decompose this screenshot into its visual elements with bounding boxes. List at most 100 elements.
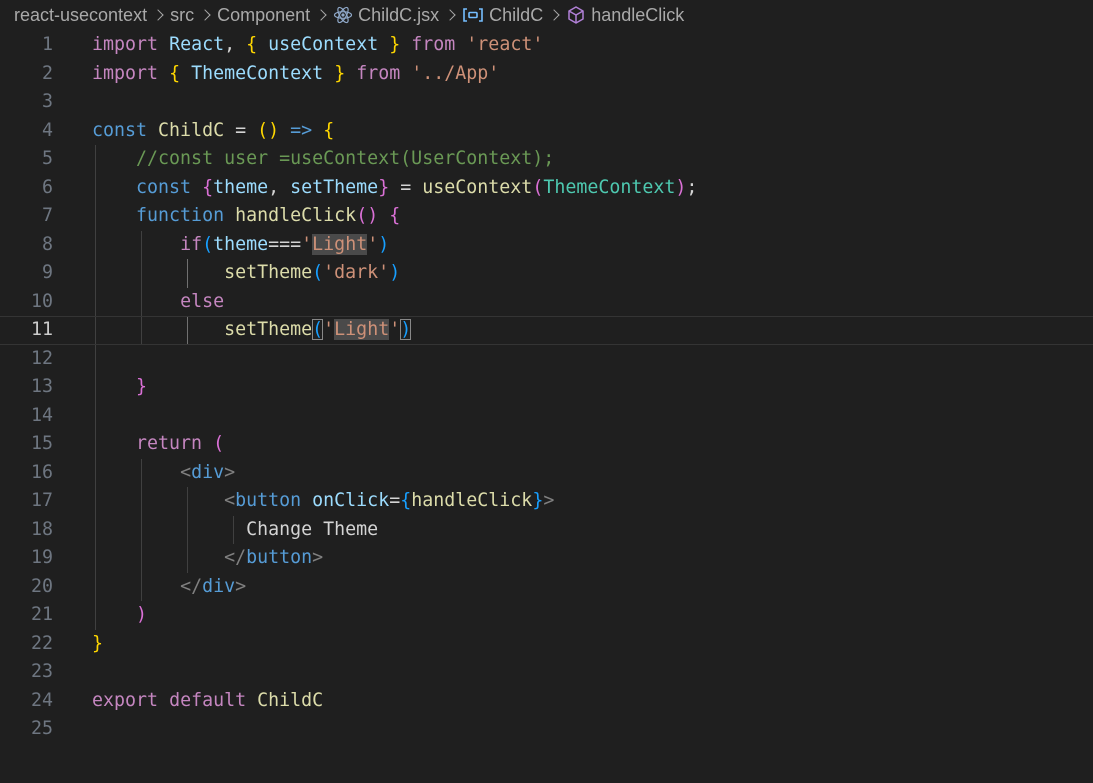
code-token: else (180, 290, 225, 312)
code-line[interactable]: 18 Change Theme (0, 515, 1093, 544)
code-line[interactable]: 25 (0, 715, 1093, 744)
code-line[interactable]: 12 (0, 344, 1093, 373)
code-token: div (191, 461, 225, 483)
code-line[interactable]: 17 <button onClick={handleClick}> (0, 487, 1093, 516)
breadcrumb-project-label: react-usecontext (14, 4, 148, 25)
code-token: { (202, 176, 214, 198)
code-line[interactable]: 5 //const user =useContext(UserContext); (0, 145, 1093, 174)
code-token: ( (312, 262, 324, 283)
code-line[interactable]: 22} (0, 630, 1093, 659)
code-line[interactable]: 4 const ChildC = () => { (0, 117, 1093, 146)
code-line[interactable]: 13 } (0, 373, 1093, 402)
code-line[interactable]: 24 export default ChildC (0, 687, 1093, 716)
code-token: === (268, 233, 302, 255)
line-number: 18 (30, 518, 53, 540)
code-token: export (92, 689, 159, 711)
breadcrumb-component[interactable]: ChildC (462, 5, 543, 26)
code-line[interactable]: 7 function handleClick() { (0, 202, 1093, 231)
code-token: ) (675, 176, 687, 198)
code-token: ( (312, 319, 324, 340)
chevron-right-icon (550, 9, 558, 21)
breadcrumb-symbol[interactable]: handleClick (566, 5, 684, 26)
line-number: 15 (30, 433, 53, 454)
code-line[interactable]: 20 </div> (0, 572, 1093, 601)
breadcrumb-file-label: ChildC.jsx (358, 4, 440, 25)
code-line[interactable]: 15 return ( (0, 430, 1093, 459)
code-token: Light (334, 319, 390, 340)
react-icon (333, 5, 353, 25)
code-token: } (92, 632, 104, 654)
code-token: } (136, 376, 148, 397)
code-line[interactable]: 1 import React, { useContext } from 'reac… (0, 31, 1093, 60)
code-token: ) (378, 233, 390, 255)
code-line[interactable]: 8 if(theme==='Light') (0, 230, 1093, 260)
code-token: ChildC (158, 119, 225, 141)
code-token: > (235, 575, 247, 597)
chevron-right-icon (446, 9, 454, 21)
breadcrumb-folder-src[interactable]: src (170, 5, 194, 26)
code-token: ; (686, 176, 698, 198)
code-line[interactable]: 6 const {theme, setTheme} = useContext(T… (0, 173, 1093, 202)
code-token: from (356, 62, 401, 84)
breadcrumb-file[interactable]: ChildC.jsx (333, 5, 439, 26)
code-token: ( (532, 176, 544, 198)
line-text: if(theme==='Light') (92, 231, 389, 260)
indent-guide (95, 401, 96, 430)
code-token: { (400, 490, 412, 511)
line-number: 20 (30, 575, 53, 597)
code-token: = (389, 490, 401, 511)
code-token: ' (301, 233, 313, 255)
code-token: ) (389, 262, 401, 283)
code-line[interactable]: 3 (0, 88, 1093, 117)
line-number: 22 (30, 632, 53, 654)
code-line[interactable]: 14 (0, 401, 1093, 430)
code-line[interactable]: 10 else (0, 287, 1093, 316)
code-line[interactable]: 19 </button> (0, 544, 1093, 573)
code-token: const (136, 176, 192, 198)
code-token: > (312, 547, 324, 568)
line-text: return ( (92, 430, 224, 459)
breadcrumb-folder-component[interactable]: Component (217, 5, 310, 26)
code-line[interactable]: 16 <div> (0, 458, 1093, 487)
code-token: () (257, 119, 280, 141)
code-line[interactable]: 11 setTheme('Light') (0, 316, 1093, 345)
code-token: return (136, 433, 203, 454)
code-token: </ (224, 547, 247, 568)
code-editor[interactable]: react-usecontext src Component ChildC.js… (0, 0, 1093, 783)
breadcrumb-project[interactable]: react-usecontext (14, 5, 147, 26)
code-line[interactable]: 9 setTheme('dark') (0, 259, 1093, 288)
line-number: 4 (41, 119, 53, 141)
code-token: if (180, 233, 203, 255)
code-token: handleClick (411, 490, 533, 511)
code-area[interactable]: 1 import React, { useContext } from 'reac… (0, 31, 1093, 744)
code-line[interactable]: 2 import { ThemeContext } from '../App' (0, 60, 1093, 89)
code-token: ' (323, 319, 335, 340)
code-token: theme (213, 176, 269, 198)
line-text: export default ChildC (92, 687, 323, 716)
code-line[interactable]: 23 (0, 658, 1093, 687)
code-line[interactable]: 21 ) (0, 601, 1093, 630)
line-number: 2 (41, 62, 53, 84)
line-number: 3 (41, 91, 53, 112)
chevron-right-icon (154, 9, 162, 21)
line-number: 6 (41, 176, 53, 198)
line-text: <button onClick={handleClick}> (92, 487, 554, 516)
code-token: ) (400, 319, 412, 340)
code-token: onClick (312, 490, 390, 511)
code-token: useContext (268, 34, 379, 55)
line-number: 7 (41, 205, 53, 226)
